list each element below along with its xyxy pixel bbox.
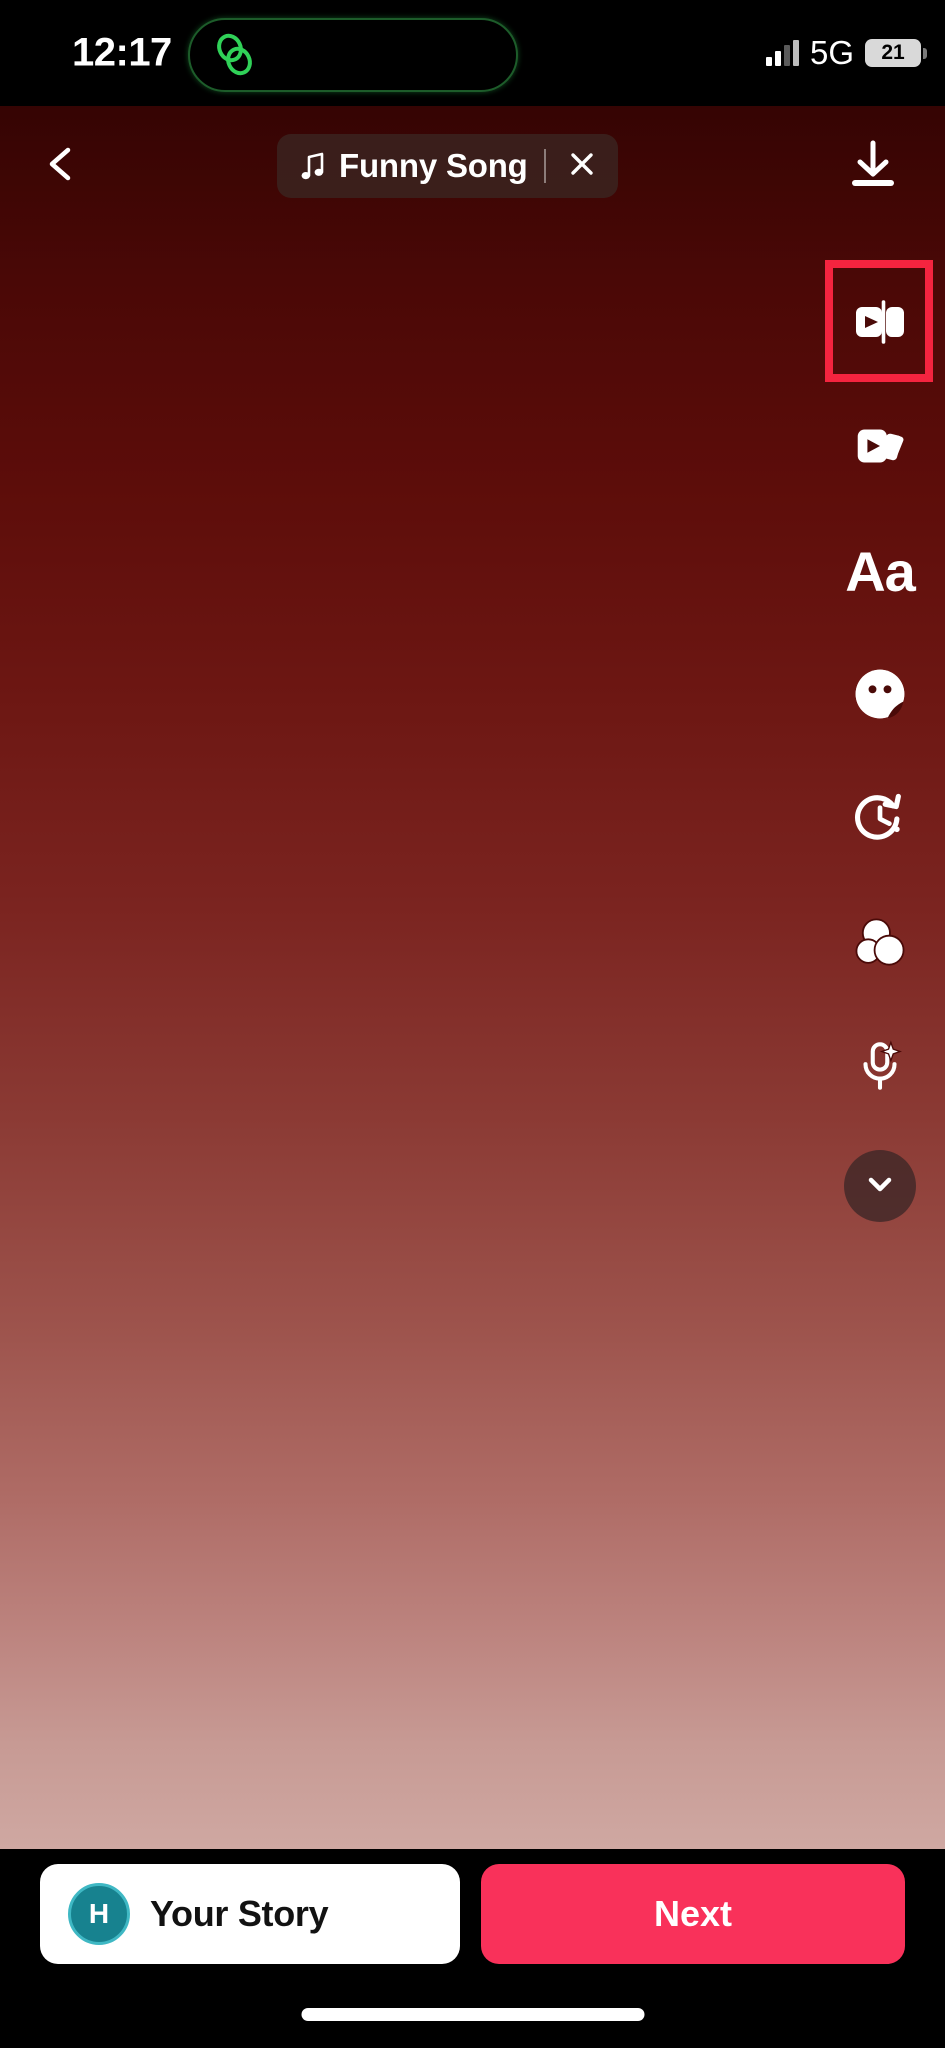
- tool-clips-stack[interactable]: [832, 400, 928, 496]
- your-story-button[interactable]: H Your Story: [40, 1864, 460, 1964]
- save-download-button[interactable]: [835, 128, 911, 204]
- clips-stack-icon: [849, 415, 911, 482]
- music-track-title: Funny Song: [339, 147, 528, 184]
- battery-indicator: 21: [865, 39, 927, 67]
- collapse-tools-button[interactable]: [844, 1150, 916, 1222]
- battery-percent-label: 21: [881, 41, 905, 64]
- music-track-pill[interactable]: Funny Song: [277, 134, 618, 198]
- signal-bars-icon: [765, 40, 799, 66]
- music-note-icon: [299, 151, 325, 181]
- editor-top-bar: Funny Song: [0, 106, 945, 226]
- next-button[interactable]: Next: [481, 1864, 905, 1964]
- your-story-label: Your Story: [150, 1893, 329, 1934]
- text-aa-icon: Aa: [845, 540, 916, 603]
- remove-music-button[interactable]: [562, 146, 602, 186]
- story-canvas[interactable]: [0, 106, 945, 1849]
- play-card-split-icon: [848, 290, 912, 359]
- download-icon: [846, 137, 900, 196]
- clock-arrow-icon: [850, 788, 910, 853]
- tool-filters[interactable]: [832, 896, 928, 992]
- chevron-left-icon: [42, 144, 82, 189]
- close-icon: [567, 149, 597, 184]
- bottom-action-bar: H Your Story Next: [0, 1849, 945, 2048]
- three-circles-icon: [851, 913, 909, 976]
- status-time: 12:17: [72, 30, 172, 75]
- status-right-cluster: 5G 21: [765, 34, 927, 72]
- tool-text[interactable]: Aa: [832, 524, 928, 620]
- tool-add-to-reel[interactable]: [825, 260, 933, 382]
- status-bar: 12:17 5G 21: [0, 0, 945, 106]
- tool-sticker[interactable]: [832, 648, 928, 744]
- link-loop-icon: [212, 32, 258, 78]
- sticker-face-icon: [850, 664, 910, 729]
- chevron-down-icon: [862, 1166, 898, 1207]
- tool-rail: Aa: [815, 260, 945, 1222]
- pill-divider: [543, 149, 546, 183]
- dynamic-island[interactable]: [188, 18, 518, 92]
- home-indicator[interactable]: [301, 2008, 644, 2021]
- back-button[interactable]: [26, 130, 98, 202]
- tool-timer[interactable]: [832, 772, 928, 868]
- tool-voice-effects[interactable]: [832, 1020, 928, 1116]
- microphone-sparkle-icon: [851, 1037, 909, 1100]
- next-label: Next: [653, 1893, 733, 1934]
- phone-screen: 12:17 5G 21 Funny Song Aa H Your Story N…: [0, 0, 945, 2048]
- avatar: H: [68, 1883, 130, 1945]
- network-type-label: 5G: [809, 34, 854, 71]
